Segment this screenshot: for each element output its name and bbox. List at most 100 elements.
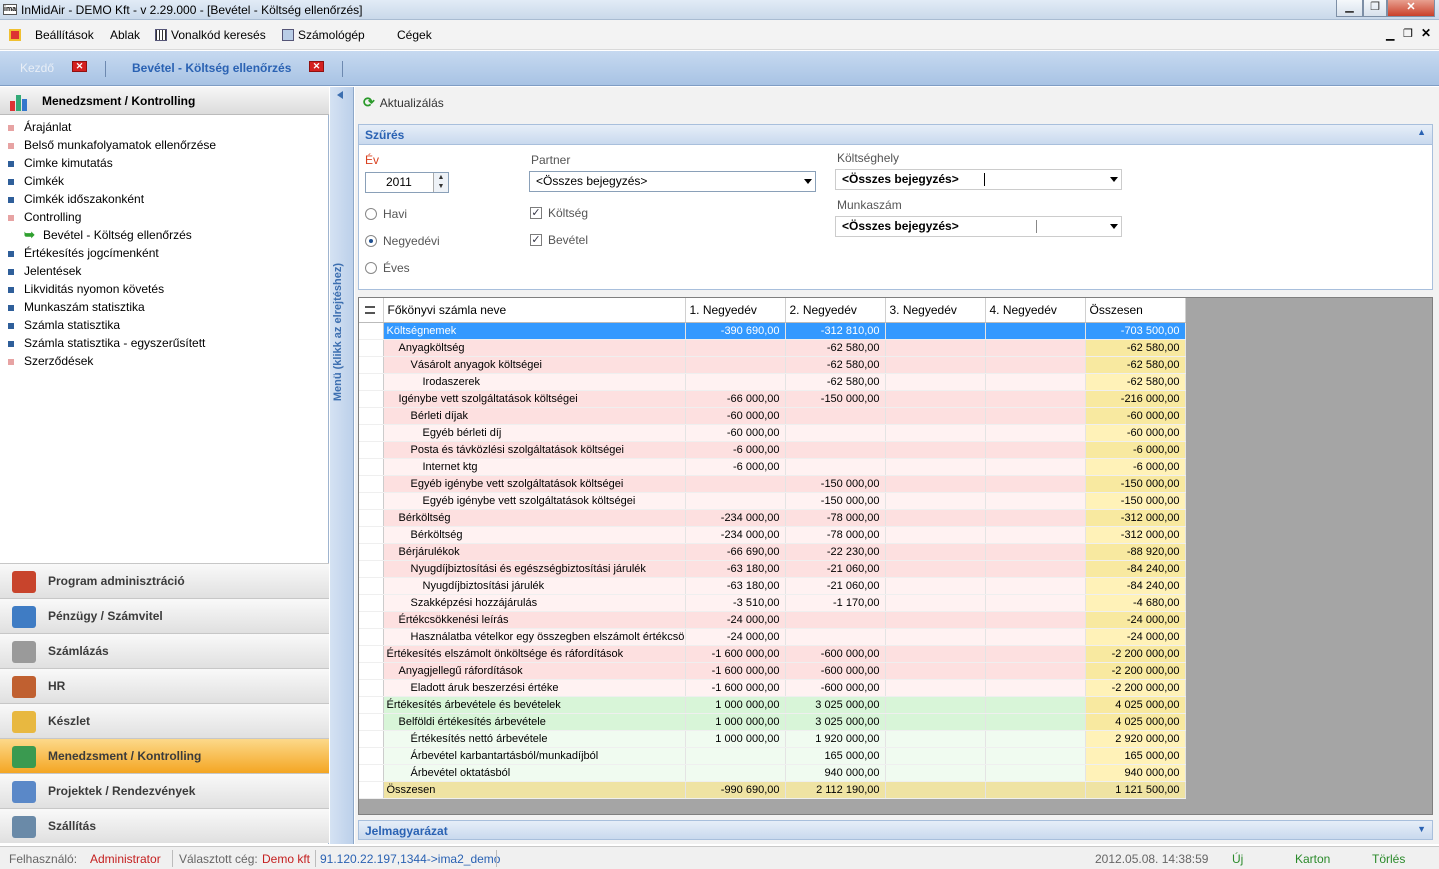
type-checkbox[interactable]: ✓ Költség [530, 206, 588, 220]
nav-item[interactable]: Likviditás nyomon követés [24, 282, 164, 296]
tab-bevetel-koltseg-close-icon[interactable]: ✕ [309, 61, 324, 72]
row-indicator[interactable] [359, 611, 384, 629]
nav-item[interactable]: Számla statisztika - egyszerűsített [24, 336, 205, 350]
table-row[interactable]: Értékesítés elszámolt önköltsége és ráfo… [359, 645, 1186, 663]
table-row[interactable]: Szakképzési hozzájárulás -3 510,00 -1 170,… [359, 594, 1186, 612]
table-row[interactable]: Egyéb bérleti díj -60 000,00 -60 000,00 [359, 424, 1186, 442]
refresh-button[interactable]: ⟳ Aktualizálás [363, 94, 444, 111]
row-indicator[interactable] [359, 577, 384, 595]
row-indicator[interactable] [359, 441, 384, 459]
nav-item[interactable]: Árajánlat [24, 120, 71, 134]
nav-item[interactable]: Cimke kimutatás [24, 156, 113, 170]
row-indicator[interactable] [359, 322, 384, 340]
row-indicator[interactable] [359, 730, 384, 748]
karton-button[interactable]: Karton [1295, 852, 1330, 866]
row-indicator[interactable] [359, 764, 384, 782]
table-row[interactable]: Bérjárulékok -66 690,00 -22 230,00 -88 920,… [359, 543, 1186, 561]
table-row[interactable]: Vásárolt anyagok költségei -62 580,00 -62 … [359, 356, 1186, 374]
collapse-up-icon[interactable]: ▲ [1417, 127, 1426, 137]
table-row[interactable]: Bérköltség -234 000,00 -78 000,00 -312 000,… [359, 509, 1186, 527]
expand-down-icon[interactable]: ▼ [1417, 824, 1426, 834]
table-row[interactable]: Belföldi értékesítés árbevétele 1 000 000… [359, 713, 1186, 731]
table-row[interactable]: Bérleti díjak -60 000,00 -60 000,00 [359, 407, 1186, 425]
table-row[interactable]: Egyéb igénybe vett szolgáltatások költsé… [359, 475, 1186, 493]
row-indicator[interactable] [359, 628, 384, 646]
minimize-button[interactable]: ▁ [1336, 0, 1363, 17]
row-indicator[interactable] [359, 747, 384, 765]
row-indicator[interactable] [359, 339, 384, 357]
row-indicator[interactable] [359, 390, 384, 408]
row-indicator[interactable] [359, 543, 384, 561]
delete-button[interactable]: Törlés [1372, 852, 1405, 866]
row-indicator[interactable] [359, 645, 384, 663]
table-row[interactable]: Anyagjellegű ráfordítások -1 600 000,00 -6… [359, 662, 1186, 680]
row-indicator[interactable] [359, 662, 384, 680]
row-indicator[interactable] [359, 696, 384, 714]
partner-dropdown[interactable]: <Összes bejegyzés> [529, 171, 816, 192]
mdi-restore-icon[interactable]: ❐ [1403, 27, 1413, 40]
table-row[interactable]: Költségnemek -390 690,00 -312 810,00 -703 5… [359, 322, 1186, 340]
year-spinner-arrows-icon[interactable]: ▲ ▼ [433, 173, 448, 192]
new-button[interactable]: Új [1232, 852, 1243, 866]
menu-ablak[interactable]: Ablak [110, 28, 140, 42]
nav-item[interactable]: Számla statisztika [24, 318, 120, 332]
column-header[interactable]: 3. Negyedév [885, 298, 986, 323]
row-indicator[interactable] [359, 458, 384, 476]
ktghely-dropdown[interactable]: <Összes bejegyzés> [835, 169, 1122, 190]
menu-toggle-strip[interactable]: Menü (klikk az elrejtéshez) [330, 87, 354, 844]
legend-panel[interactable]: Jelmagyarázat ▼ [358, 820, 1433, 840]
column-header[interactable]: 1. Negyedév [685, 298, 786, 323]
row-indicator[interactable] [359, 509, 384, 527]
menu-szamologep[interactable]: Számológép [282, 28, 365, 42]
nav-item[interactable]: Szerződések [24, 354, 93, 368]
table-row[interactable]: Értékesítés nettó árbevétele 1 000 000,00… [359, 730, 1186, 748]
nav-item[interactable]: Jelentések [24, 264, 81, 278]
table-row[interactable]: Használatba vételkor egy összegben elszá… [359, 628, 1186, 646]
row-indicator[interactable] [359, 424, 384, 442]
grid-menu-icon[interactable] [359, 298, 384, 323]
row-indicator[interactable] [359, 373, 384, 391]
tab-kezdo[interactable]: Kezdő [20, 61, 54, 75]
row-indicator[interactable] [359, 492, 384, 510]
table-row[interactable]: Irodaszerek -62 580,00 -62 580,00 [359, 373, 1186, 391]
table-row[interactable]: Anyagköltség -62 580,00 -62 580,00 [359, 339, 1186, 357]
maximize-button[interactable]: ❐ [1363, 0, 1387, 17]
nav-item[interactable]: Belső munkafolyamatok ellenőrzése [24, 138, 216, 152]
module-3[interactable]: HR [0, 668, 329, 703]
row-indicator[interactable] [359, 594, 384, 612]
column-header[interactable]: 2. Negyedév [785, 298, 886, 323]
nav-item[interactable]: Cimkék [24, 174, 64, 188]
close-button[interactable]: ✕ [1387, 0, 1435, 17]
column-header[interactable]: 4. Negyedév [985, 298, 1086, 323]
table-row[interactable]: Értékesítés árbevétele és bevételek 1 000… [359, 696, 1186, 714]
menu-vonalkod-kereses[interactable]: Vonalkód keresés [155, 28, 266, 42]
table-row[interactable]: Árbevétel oktatásból 940 000,00 940 000,00 [359, 764, 1186, 782]
collapse-arrow-icon[interactable] [337, 91, 343, 99]
table-row[interactable]: Egyéb igénybe vett szolgáltatások költsé… [359, 492, 1186, 510]
filter-header[interactable]: Szűrés ▲ [359, 125, 1432, 145]
table-row[interactable]: Posta és távközlési szolgáltatások költs… [359, 441, 1186, 459]
table-row[interactable]: Igénybe vett szolgáltatások költségei -66… [359, 390, 1186, 408]
row-indicator[interactable] [359, 560, 384, 578]
module-0[interactable]: Program adminisztráció [0, 563, 329, 598]
mdi-close-icon[interactable]: ✕ [1421, 26, 1431, 40]
module-4[interactable]: Készlet [0, 703, 329, 738]
tab-bevetel-koltseg[interactable]: Bevétel - Költség ellenőrzés [132, 61, 291, 75]
munkaszam-dropdown[interactable]: <Összes bejegyzés> [835, 216, 1122, 237]
column-header[interactable]: Összesen [1085, 298, 1186, 323]
row-indicator[interactable] [359, 679, 384, 697]
menu-beallitasok[interactable]: Beállítások [9, 28, 94, 42]
table-row[interactable]: Összesen -990 690,00 2 112 190,00 1 121 500… [359, 781, 1186, 799]
table-row[interactable]: Nyugdíjbiztosítási és egészségbiztosítás… [359, 560, 1186, 578]
nav-item[interactable]: Cimkék időszakonként [24, 192, 144, 206]
mdi-minimize-icon[interactable]: ▁ [1386, 28, 1394, 41]
table-row[interactable]: Értékcsökkenési leírás -24 000,00 -24 000,… [359, 611, 1186, 629]
module-5[interactable]: Menedzsment / Kontrolling [0, 738, 329, 773]
tab-kezdo-close-icon[interactable]: ✕ [72, 61, 87, 72]
module-2[interactable]: Számlázás [0, 633, 329, 668]
module-7[interactable]: Szállítás [0, 808, 329, 843]
row-indicator[interactable] [359, 713, 384, 731]
table-row[interactable]: Árbevétel karbantartásból/munkadíjból 165… [359, 747, 1186, 765]
row-indicator[interactable] [359, 356, 384, 374]
module-1[interactable]: Pénzügy / Számvitel [0, 598, 329, 633]
